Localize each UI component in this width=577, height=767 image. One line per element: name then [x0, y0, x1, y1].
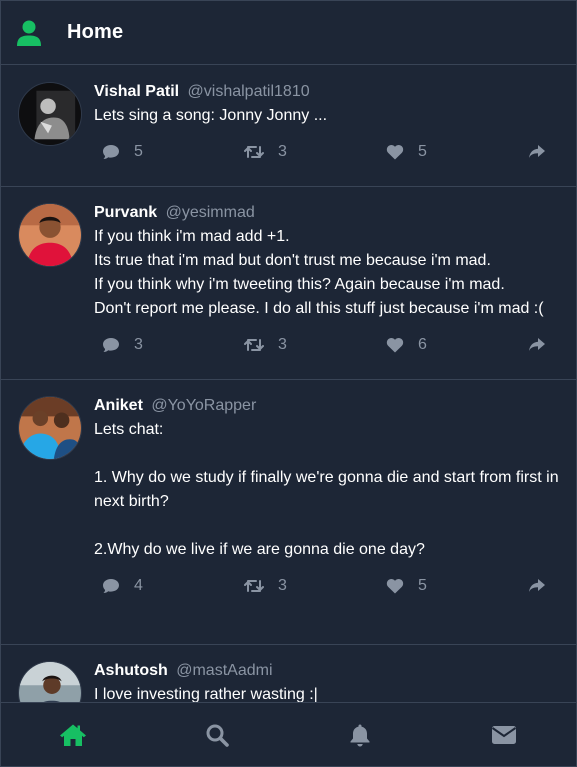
- reply-button[interactable]: 3: [102, 336, 244, 354]
- comment-icon: [103, 145, 119, 159]
- user-icon[interactable]: [17, 20, 41, 46]
- author-name[interactable]: Aniket: [94, 397, 143, 414]
- comment-icon: [103, 579, 119, 593]
- like-count: 6: [418, 336, 427, 353]
- retweet-icon: [244, 146, 264, 158]
- tweet-text: If you think i'm mad add +1. Its true th…: [94, 228, 544, 317]
- app-window: Home Vishal Patil @vishalpatil1810 Lets …: [0, 0, 577, 767]
- author-name[interactable]: Purvank: [94, 204, 157, 221]
- heart-icon: [386, 578, 404, 594]
- author-handle[interactable]: @yesimmad: [166, 204, 255, 221]
- like-count: 5: [418, 143, 427, 160]
- tweet-text: Lets chat: 1. Why do we study if finally…: [94, 421, 559, 558]
- share-icon: [529, 338, 545, 351]
- avatar-photo: [19, 397, 81, 459]
- share-button[interactable]: [528, 145, 546, 159]
- tweet-feed[interactable]: Vishal Patil @vishalpatil1810 Lets sing …: [1, 66, 576, 704]
- author-handle[interactable]: @YoYoRapper: [151, 397, 256, 414]
- tweet[interactable]: Purvank @yesimmad If you think i'm mad a…: [1, 187, 576, 380]
- retweet-icon: [244, 580, 264, 592]
- reply-count: 4: [134, 577, 143, 594]
- share-button[interactable]: [528, 338, 546, 352]
- author-handle[interactable]: @vishalpatil1810: [188, 83, 310, 100]
- heart-icon: [386, 144, 404, 160]
- comment-icon: [103, 338, 119, 352]
- avatar[interactable]: [18, 661, 82, 704]
- tweet-text: Lets sing a song: Jonny Jonny ...: [94, 107, 328, 124]
- author-name[interactable]: Ashutosh: [94, 662, 168, 679]
- reply-button[interactable]: 5: [102, 143, 244, 161]
- tweet[interactable]: Aniket @YoYoRapper Lets chat: 1. Why do …: [1, 380, 576, 645]
- bell-icon: [350, 724, 370, 746]
- bottom-nav: [1, 702, 576, 766]
- avatar-photo: [19, 662, 81, 704]
- retweet-count: 3: [278, 577, 287, 594]
- like-button[interactable]: 6: [386, 336, 528, 354]
- nav-home[interactable]: [43, 715, 103, 755]
- tweet-actions: 5 3 5: [102, 128, 560, 176]
- page-title: Home: [67, 21, 124, 43]
- reply-count: 5: [134, 143, 143, 160]
- retweet-icon: [244, 339, 264, 351]
- tweet[interactable]: Vishal Patil @vishalpatil1810 Lets sing …: [1, 66, 576, 187]
- like-button[interactable]: 5: [386, 577, 528, 595]
- tweet-actions: 3 3 6: [102, 321, 560, 369]
- like-count: 5: [418, 577, 427, 594]
- reply-count: 3: [134, 336, 143, 353]
- tweet[interactable]: Ashutosh @mastAadmi I love investing rat…: [1, 645, 576, 704]
- retweet-button[interactable]: 3: [244, 143, 386, 161]
- avatar[interactable]: [18, 203, 82, 267]
- tweet-header: Ashutosh @mastAadmi: [94, 661, 560, 683]
- tweet-header: Vishal Patil @vishalpatil1810: [94, 82, 560, 104]
- author-name[interactable]: Vishal Patil: [94, 83, 179, 100]
- retweet-button[interactable]: 3: [244, 336, 386, 354]
- mail-icon: [492, 725, 517, 744]
- avatar-photo: [19, 83, 81, 145]
- share-button[interactable]: [528, 579, 546, 593]
- nav-messages[interactable]: [474, 715, 534, 755]
- retweet-count: 3: [278, 143, 287, 160]
- tweet-text: I love investing rather wasting :|: [94, 686, 318, 703]
- like-button[interactable]: 5: [386, 143, 528, 161]
- reply-button[interactable]: 4: [102, 577, 244, 595]
- avatar[interactable]: [18, 396, 82, 460]
- top-bar: Home: [1, 1, 576, 65]
- nav-notifications[interactable]: [330, 715, 390, 755]
- avatar[interactable]: [18, 82, 82, 146]
- heart-icon: [386, 337, 404, 353]
- home-icon: [59, 724, 86, 746]
- author-handle[interactable]: @mastAadmi: [176, 662, 272, 679]
- tweet-actions: 4 3 5: [102, 562, 560, 610]
- retweet-button[interactable]: 3: [244, 577, 386, 595]
- share-icon: [529, 145, 545, 158]
- tweet-header: Purvank @yesimmad: [94, 203, 560, 225]
- nav-search[interactable]: [187, 715, 247, 755]
- tweet-header: Aniket @YoYoRapper: [94, 396, 560, 418]
- share-icon: [529, 579, 545, 592]
- avatar-photo: [19, 204, 81, 266]
- retweet-count: 3: [278, 336, 287, 353]
- search-icon: [206, 724, 229, 747]
